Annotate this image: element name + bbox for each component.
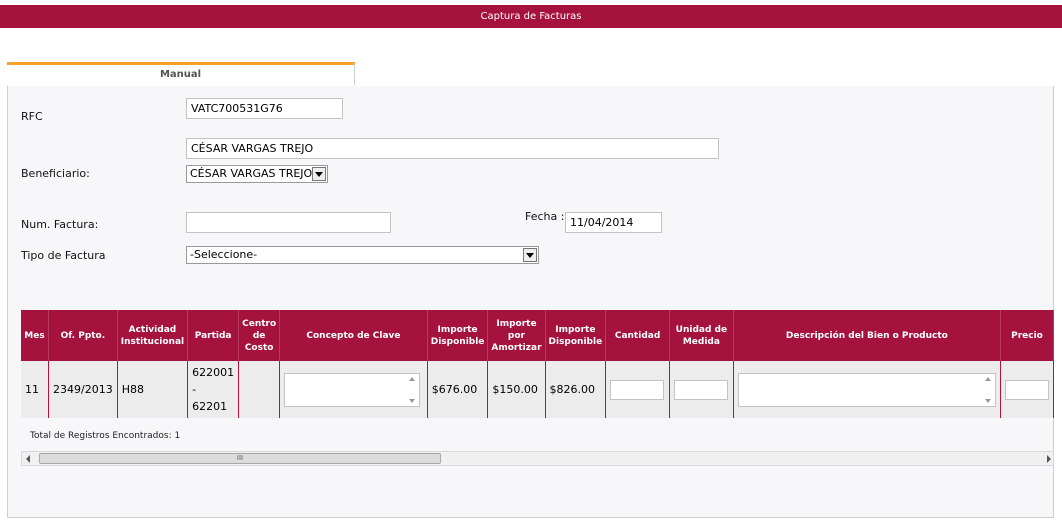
header-descripcion[interactable]: Descripción del Bien o Producto <box>733 310 1001 361</box>
fecha-label: Fecha : <box>525 210 565 223</box>
header-cantidad[interactable]: Cantidad <box>605 310 670 361</box>
header-importe-disponible[interactable]: Importe Disponible <box>427 310 489 361</box>
cell-partida: 622001 - 62201 <box>187 361 240 418</box>
scroll-left-icon[interactable] <box>26 455 30 463</box>
concepto-clave-textarea[interactable] <box>284 372 421 407</box>
header-centro-costo[interactable]: Centro de Costo <box>238 310 281 361</box>
rfc-label: RFC <box>21 110 43 123</box>
scroll-up-icon[interactable] <box>984 376 991 381</box>
rfc-input[interactable]: VATC700531G76 <box>186 98 343 119</box>
tab-manual-label: Manual <box>159 69 202 80</box>
cell-partida-line3: 62201 <box>192 400 228 413</box>
header-mes[interactable]: Mes <box>21 310 50 361</box>
header-concepto-clave[interactable]: Concepto de Clave <box>279 310 428 361</box>
cell-mes: 11 <box>21 361 50 418</box>
cell-centro-costo <box>238 361 281 418</box>
header-unidad-medida[interactable]: Unidad de Medida <box>669 310 734 361</box>
cantidad-input[interactable] <box>610 379 665 400</box>
precio-input[interactable] <box>1004 379 1049 400</box>
cell-actividad: H88 <box>117 361 189 418</box>
textarea-scrollbar[interactable] <box>981 374 995 406</box>
header-partida[interactable]: Partida <box>187 310 240 361</box>
header-of-ppto[interactable]: Of. Ppto. <box>48 310 118 361</box>
cell-partida-line2: - <box>192 383 197 396</box>
table-header-row: Mes Of. Ppto. Actividad Institucional Pa… <box>21 310 1054 361</box>
header-precio[interactable]: Precio <box>1000 310 1054 361</box>
cell-partida-line1: 622001 <box>192 366 235 379</box>
cell-importe-por-amortizar: $150.00 <box>487 361 546 418</box>
beneficiario-select-value: CÉSAR VARGAS TREJO <box>190 167 313 180</box>
beneficiario-select[interactable]: CÉSAR VARGAS TREJO <box>186 165 328 183</box>
cell-importe-disponible: $676.00 <box>427 361 489 418</box>
scroll-right-icon[interactable] <box>1047 455 1051 463</box>
cell-cantidad <box>605 361 670 418</box>
cell-descripcion <box>733 361 1001 418</box>
beneficiario-name-input[interactable]: CÉSAR VARGAS TREJO <box>186 138 719 159</box>
header-importe-por-amortizar[interactable]: Importe por Amortizar <box>487 310 546 361</box>
num-factura-label: Num. Factura: <box>21 218 99 231</box>
textarea-scrollbar[interactable] <box>405 374 419 406</box>
content-panel <box>7 62 1054 518</box>
horizontal-scrollbar[interactable]: III <box>21 451 1054 466</box>
scroll-up-icon[interactable] <box>409 376 416 381</box>
cell-precio <box>1000 361 1054 418</box>
fecha-input[interactable]: 11/04/2014 <box>565 212 662 233</box>
num-factura-input[interactable] <box>186 212 391 233</box>
window-title-bar: Captura de Facturas <box>0 5 1062 28</box>
tab-manual[interactable]: Manual <box>7 62 355 85</box>
cell-concepto-clave <box>279 361 428 418</box>
descripcion-textarea[interactable] <box>737 372 996 407</box>
scroll-thumb[interactable]: III <box>39 453 441 464</box>
scroll-down-icon[interactable] <box>984 398 991 403</box>
window-title: Captura de Facturas <box>480 11 582 22</box>
header-importe-disponible-2[interactable]: Importe Disponible <box>545 310 607 361</box>
header-actividad[interactable]: Actividad Institucional <box>117 310 189 361</box>
facturas-table: Mes Of. Ppto. Actividad Institucional Pa… <box>21 310 1054 418</box>
tipo-factura-select-value: -Seleccione- <box>190 248 258 261</box>
cell-of-ppto: 2349/2013 <box>48 361 118 418</box>
dropdown-arrow-icon[interactable] <box>312 167 326 181</box>
cell-unidad-medida <box>669 361 734 418</box>
tipo-factura-select[interactable]: -Seleccione- <box>186 246 539 264</box>
total-registros: Total de Registros Encontrados: 1 <box>30 431 181 441</box>
tipo-factura-label: Tipo de Factura <box>21 249 106 262</box>
scroll-down-icon[interactable] <box>409 398 416 403</box>
unidad-medida-input[interactable] <box>673 379 728 400</box>
facturas-grid: Mes Of. Ppto. Actividad Institucional Pa… <box>21 310 1054 420</box>
cell-importe-disponible-2: $826.00 <box>545 361 607 418</box>
beneficiario-label: Beneficiario: <box>21 167 90 180</box>
dropdown-arrow-icon[interactable] <box>523 248 537 262</box>
table-row: 11 2349/2013 H88 622001 - 62201 $676.00 … <box>21 361 1054 418</box>
